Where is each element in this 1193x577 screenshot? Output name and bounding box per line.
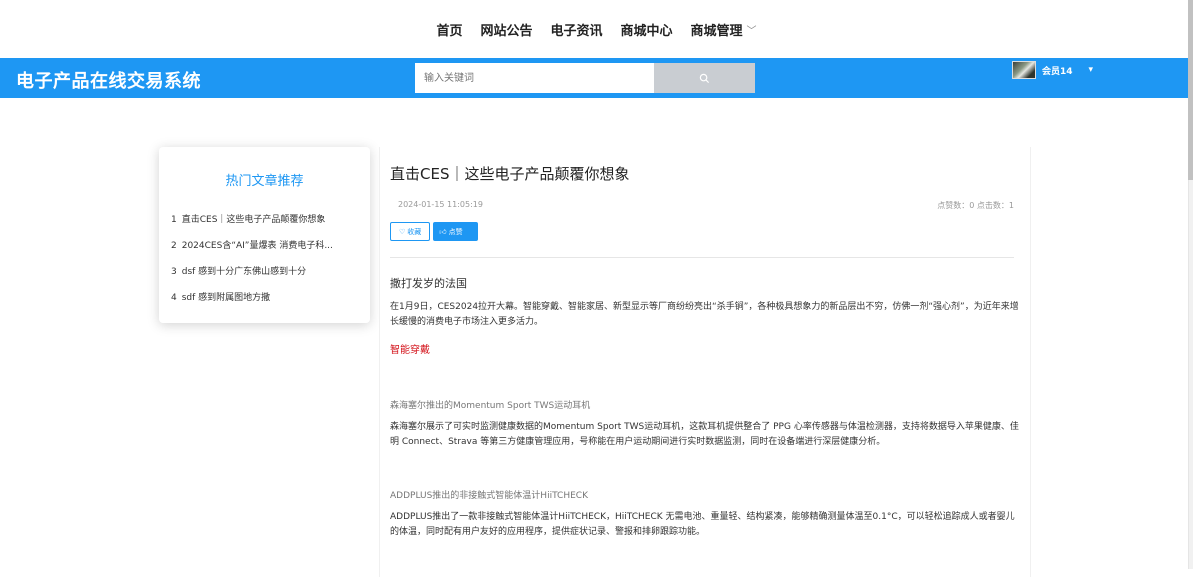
like-button[interactable]: 👍︎ 点赞 <box>433 222 479 241</box>
hot-article-number: 1 <box>171 215 177 225</box>
hot-article-text: 2024CES含“AI”量爆表 消费电子科... <box>181 241 333 251</box>
favorite-label: 收藏 <box>407 227 422 236</box>
section-paragraph: ADDPLUS推出了一款非接触式智能体温计HiiTCHECK，HiiTCHECK… <box>390 512 1015 537</box>
heart-icon: ♡ <box>399 227 406 236</box>
search-button[interactable] <box>654 63 755 93</box>
search-icon <box>699 73 710 83</box>
hot-article-number: 4 <box>171 293 177 303</box>
section-title: 森海塞尔推出的Momentum Sport TWS运动耳机 <box>390 401 591 411</box>
like-label: 点赞 <box>448 227 463 236</box>
thumbs-up-icon: 👍︎ <box>439 228 447 236</box>
site-brand[interactable]: 电子产品在线交易系统 <box>16 67 201 93</box>
hot-article-number: 3 <box>171 267 177 277</box>
avatar <box>1012 61 1036 79</box>
search-input[interactable] <box>415 63 654 93</box>
article-date: 2024-01-15 11:05:19 <box>398 200 483 209</box>
hot-article-item[interactable]: 3 dsf 感到十分广东佛山感到十分 <box>171 259 358 285</box>
page-scrollbar[interactable] <box>1188 0 1193 569</box>
article-paragraph: 在1月9日，CES2024拉开大幕。智能穿戴、智能家居、新型显示等厂商纷纷亮出“… <box>390 302 1019 327</box>
hot-articles-card: 热门文章推荐 1 直击CES｜这些电子产品颠覆你想象 2 2024CES含“AI”量… <box>159 147 370 323</box>
article-actions: ♡ 收藏 👍︎ 点赞 <box>390 222 1020 241</box>
username: 会员14 <box>1042 66 1073 77</box>
caret-down-icon: ▾ <box>1088 65 1094 75</box>
hot-article-text: sdf 感到附属图地方撒 <box>181 293 271 303</box>
nav-electronics-news[interactable]: 电子资讯 <box>541 20 611 39</box>
hot-article-item[interactable]: 4 sdf 感到附属图地方撒 <box>171 285 358 311</box>
top-navigation: 首页 网站公告 电子资讯 商城中心 商城管理 ﹀ <box>0 0 1193 58</box>
hot-article-number: 2 <box>171 241 177 251</box>
nav-home[interactable]: 首页 <box>427 20 471 39</box>
nav-mall-center[interactable]: 商城中心 <box>612 20 682 39</box>
article-stats: 点赞数：0 点击数：1 <box>937 201 1014 210</box>
article-meta: 2024-01-15 11:05:19 点赞数：0 点击数：1 <box>390 196 1020 222</box>
hot-article-item[interactable]: 2 2024CES含“AI”量爆表 消费电子科... <box>171 233 358 259</box>
section-paragraph: 森海塞尔展示了可实时监测健康数据的Momentum Sport TWS运动耳机，… <box>390 422 1019 447</box>
divider <box>390 257 1014 258</box>
nav-mall-management[interactable]: 商城管理 ﹀ <box>682 20 766 39</box>
section-title: ADDPLUS推出的非接触式智能体温计HiiTCHECK <box>390 491 588 501</box>
scrollbar-thumb[interactable] <box>1188 0 1193 180</box>
chevron-down-icon: ﹀ <box>746 25 757 37</box>
favorite-button[interactable]: ♡ 收藏 <box>390 222 431 241</box>
article-subheading: 撒打发岁的法国 <box>390 277 467 290</box>
hot-article-item[interactable]: 1 直击CES｜这些电子产品颠覆你想象 <box>171 207 358 233</box>
hot-articles-list: 1 直击CES｜这些电子产品颠覆你想象 2 2024CES含“AI”量爆表 消费电子… <box>171 207 358 311</box>
article-panel: 直击CES｜这些电子产品颠覆你想象 2024-01-15 11:05:19 点赞… <box>379 147 1031 577</box>
hot-article-text: dsf 感到十分广东佛山感到十分 <box>181 267 307 277</box>
user-menu[interactable]: 会员14 ▾ <box>1012 61 1093 79</box>
hot-article-text: 直击CES｜这些电子产品颠覆你想象 <box>181 215 326 225</box>
article-title: 直击CES｜这些电子产品颠覆你想象 <box>390 165 630 183</box>
nav-announcements[interactable]: 网站公告 <box>471 20 541 39</box>
hot-articles-title: 热门文章推荐 <box>225 174 304 189</box>
category-link[interactable]: 智能穿戴 <box>390 341 1020 356</box>
nav-mall-management-label: 商城管理 <box>690 23 743 39</box>
header-bar: 电子产品在线交易系统 会员14 ▾ <box>0 58 1188 98</box>
